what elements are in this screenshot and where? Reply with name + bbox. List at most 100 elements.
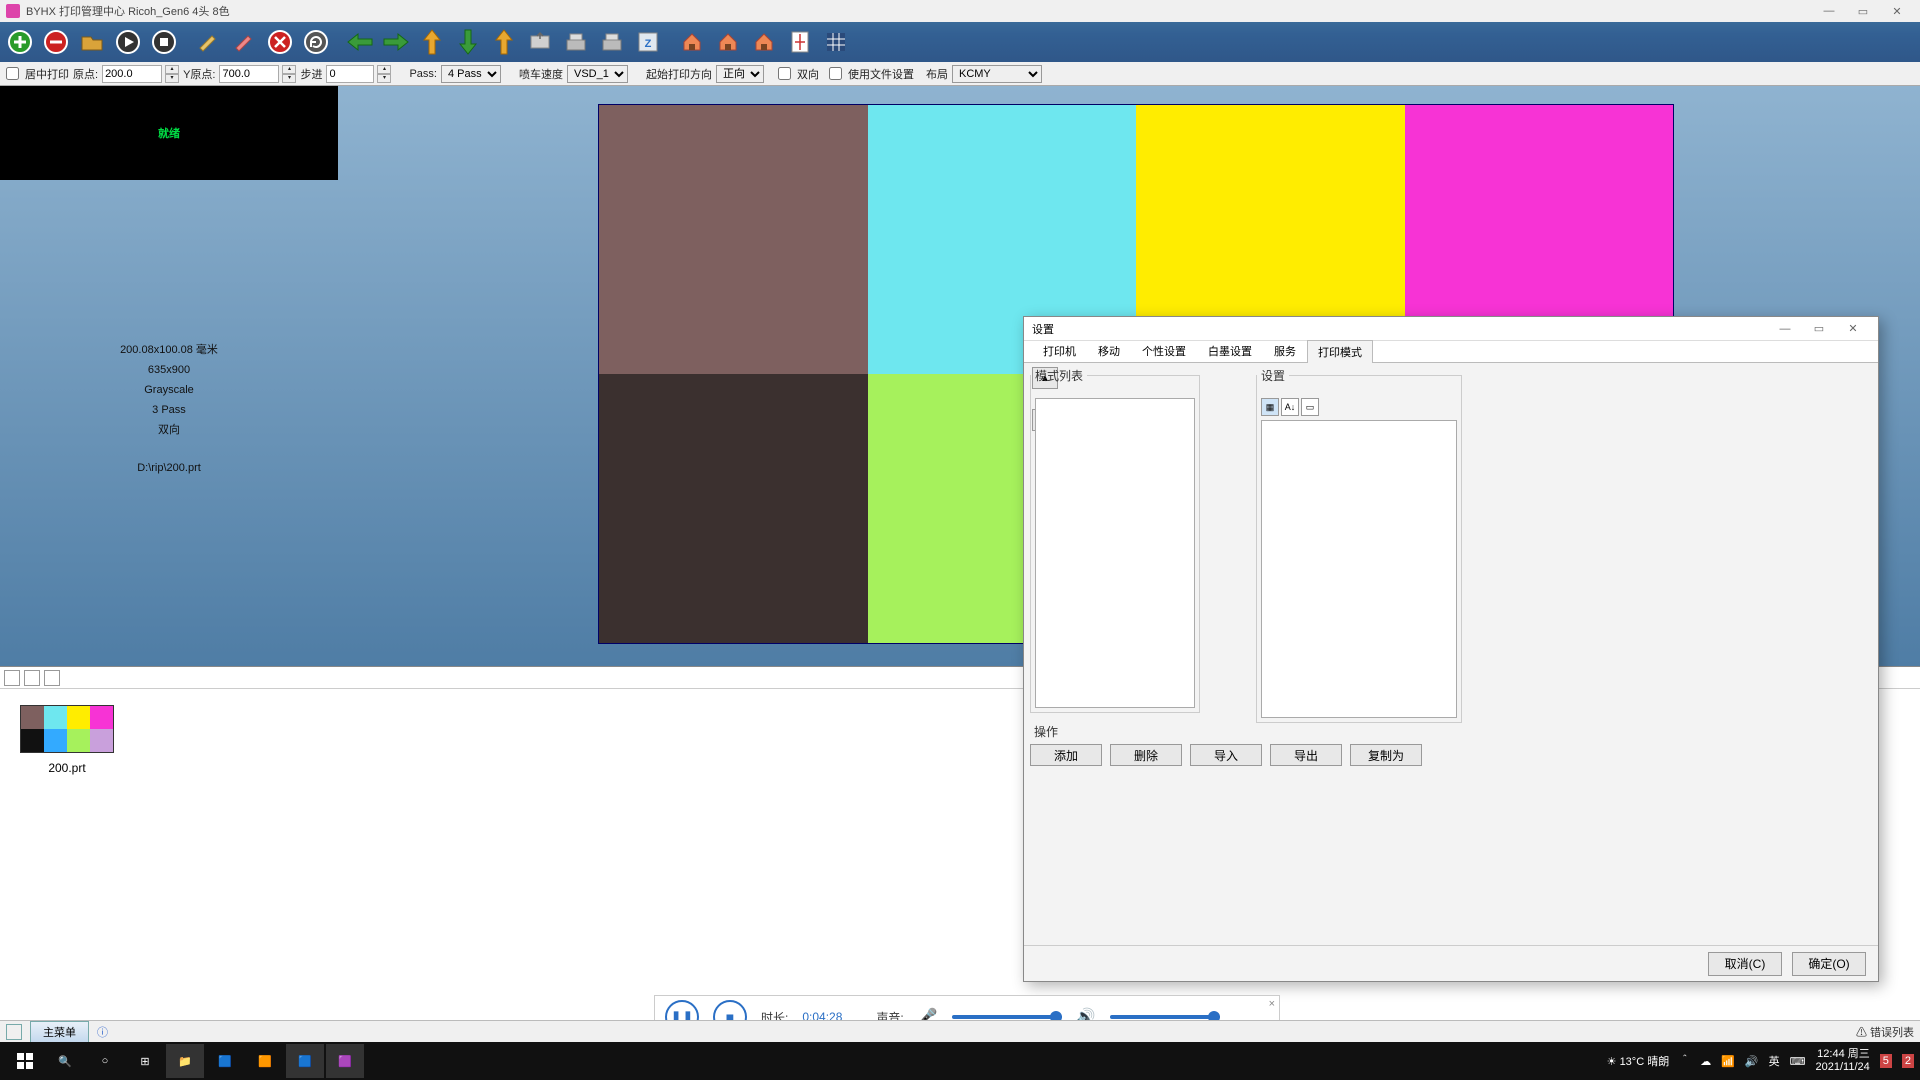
step-input[interactable]: [326, 65, 374, 83]
tray-chevron-icon[interactable]: ＾: [1679, 1053, 1690, 1069]
dialog-cancel-button[interactable]: 取消(C): [1708, 952, 1782, 976]
tab-printer[interactable]: 打印机: [1032, 339, 1087, 362]
clear-button[interactable]: [228, 26, 260, 58]
copyas-button[interactable]: 复制为: [1350, 744, 1422, 766]
origin-x-input[interactable]: [102, 65, 162, 83]
tab-service[interactable]: 服务: [1263, 339, 1307, 362]
taskbar-app-1[interactable]: 🟦: [206, 1044, 244, 1078]
speed-select[interactable]: VSD_1: [567, 65, 628, 83]
move-up-button[interactable]: [416, 26, 448, 58]
prop-page-icon[interactable]: ▭: [1301, 398, 1319, 416]
job-dir: 双向: [0, 420, 338, 440]
statusbar-icon[interactable]: [6, 1024, 22, 1040]
move-down-button[interactable]: [452, 26, 484, 58]
tray-notif-2[interactable]: 2: [1902, 1054, 1914, 1068]
import-button[interactable]: 导入: [1190, 744, 1262, 766]
home3-button[interactable]: [748, 26, 780, 58]
dialog-ok-button[interactable]: 确定(O): [1792, 952, 1866, 976]
maximize-button[interactable]: ▭: [1846, 1, 1880, 21]
origin-x-down[interactable]: ▾: [165, 74, 179, 83]
step-down[interactable]: ▾: [377, 74, 391, 83]
thumb-tool-2[interactable]: [24, 670, 40, 686]
mode-list-group: 模式列表: [1030, 367, 1200, 713]
usefile-checkbox[interactable]: [829, 67, 842, 80]
move-left-button[interactable]: [344, 26, 376, 58]
close-button[interactable]: ✕: [1880, 1, 1914, 21]
edit-button[interactable]: [192, 26, 224, 58]
bidir-checkbox[interactable]: [778, 67, 791, 80]
error-list-button[interactable]: ⚠ 错误列表: [1856, 1024, 1914, 1040]
dialog-close[interactable]: ✕: [1836, 318, 1870, 340]
move-right-button[interactable]: [380, 26, 412, 58]
tray-keyboard-icon[interactable]: ⌨: [1790, 1055, 1806, 1068]
tab-whiteink[interactable]: 白墨设置: [1197, 339, 1263, 362]
dialog-maximize[interactable]: ▭: [1802, 318, 1836, 340]
clock[interactable]: 12:44 周三 2021/11/24: [1816, 1048, 1870, 1074]
explorer-button[interactable]: 📁: [166, 1044, 204, 1078]
open-button[interactable]: [76, 26, 108, 58]
taskbar-app-2[interactable]: 🟧: [246, 1044, 284, 1078]
tray-wifi-icon[interactable]: 📶: [1721, 1055, 1735, 1068]
pass-select[interactable]: 4 Pass: [441, 65, 501, 83]
dialog-titlebar[interactable]: 设置 — ▭ ✕: [1024, 317, 1878, 341]
grid-button[interactable]: [820, 26, 852, 58]
printer1-button[interactable]: [560, 26, 592, 58]
pass-label: Pass:: [409, 68, 437, 80]
svg-text:Z: Z: [645, 38, 652, 50]
taskview-button[interactable]: ⊞: [126, 1044, 164, 1078]
tab-personal[interactable]: 个性设置: [1131, 339, 1197, 362]
measure-button[interactable]: [784, 26, 816, 58]
export-button[interactable]: 导出: [1270, 744, 1342, 766]
cancel-button[interactable]: [264, 26, 296, 58]
origin-y-input[interactable]: [219, 65, 279, 83]
origin-y-up[interactable]: ▴: [282, 65, 296, 74]
origin-y-down[interactable]: ▾: [282, 74, 296, 83]
search-button[interactable]: 🔍: [46, 1044, 84, 1078]
direction-select[interactable]: 正向: [716, 65, 764, 83]
z-axis-button[interactable]: Z: [632, 26, 664, 58]
home1-button[interactable]: [676, 26, 708, 58]
add-button[interactable]: 添加: [1030, 744, 1102, 766]
home2-button[interactable]: [712, 26, 744, 58]
delete-button[interactable]: 删除: [1110, 744, 1182, 766]
minimize-button[interactable]: —: [1812, 1, 1846, 21]
printer2-button[interactable]: [596, 26, 628, 58]
layout-select[interactable]: KCMY: [952, 65, 1042, 83]
origin-x-up[interactable]: ▴: [165, 65, 179, 74]
tray-cloud-icon[interactable]: ☁: [1700, 1055, 1711, 1068]
refresh-button[interactable]: [300, 26, 332, 58]
media-close-icon[interactable]: ×: [1269, 998, 1275, 1010]
thumb-tool-1[interactable]: [4, 670, 20, 686]
volume-slider[interactable]: [1110, 1015, 1220, 1019]
statusbar-info-icon[interactable]: ⓘ: [97, 1024, 108, 1040]
main-menu-button[interactable]: 主菜单: [30, 1021, 89, 1043]
thumbnail-item[interactable]: 200.prt: [20, 705, 114, 775]
tab-printmode[interactable]: 打印模式: [1307, 340, 1373, 363]
remove-job-button[interactable]: [40, 26, 72, 58]
cortana-button[interactable]: ○: [86, 1044, 124, 1078]
move-up-alt-button[interactable]: [488, 26, 520, 58]
start-button[interactable]: [6, 1044, 44, 1078]
step-up[interactable]: ▴: [377, 65, 391, 74]
play-button[interactable]: [112, 26, 144, 58]
tab-move[interactable]: 移动: [1087, 339, 1131, 362]
tray-ime[interactable]: 英: [1769, 1053, 1780, 1069]
prop-sort-icon[interactable]: A↓: [1281, 398, 1299, 416]
stop-button[interactable]: [148, 26, 180, 58]
tray-notif-1[interactable]: 5: [1880, 1054, 1892, 1068]
add-job-button[interactable]: [4, 26, 36, 58]
dialog-tabs: 打印机 移动 个性设置 白墨设置 服务 打印模式: [1024, 341, 1878, 363]
property-grid[interactable]: [1261, 420, 1457, 718]
tray-volume-icon[interactable]: 🔊: [1745, 1055, 1759, 1068]
taskbar-app-4[interactable]: 🟪: [326, 1044, 364, 1078]
mode-list-label: 模式列表: [1031, 367, 1087, 384]
centered-print-checkbox[interactable]: [6, 67, 19, 80]
dialog-minimize[interactable]: —: [1768, 318, 1802, 340]
feed-button[interactable]: [524, 26, 556, 58]
mic-slider[interactable]: [952, 1015, 1062, 1019]
prop-cat-icon[interactable]: ▦: [1261, 398, 1279, 416]
weather-widget[interactable]: ☀ 13°C 晴朗: [1607, 1053, 1670, 1069]
taskbar-app-3[interactable]: 🟦: [286, 1044, 324, 1078]
thumb-tool-3[interactable]: [44, 670, 60, 686]
mode-listbox[interactable]: [1035, 398, 1195, 708]
